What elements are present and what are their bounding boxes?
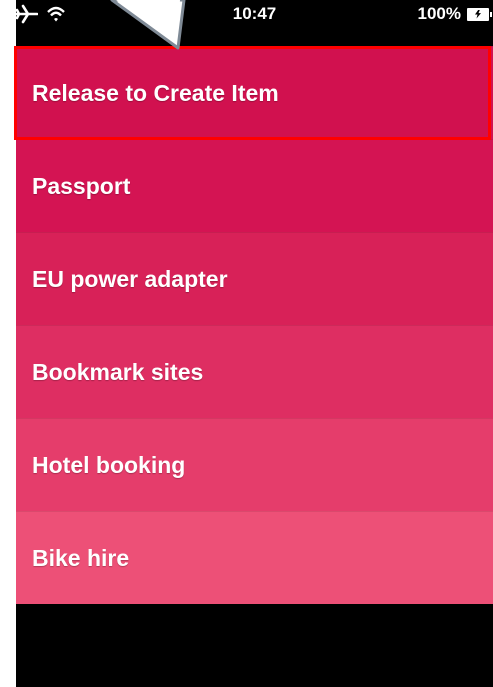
pull-to-create-row[interactable]: Release to Create Item: [16, 46, 493, 139]
list-item[interactable]: Bike hire: [16, 511, 493, 604]
list-item[interactable]: Bookmark sites: [16, 325, 493, 418]
battery-icon: [467, 7, 492, 21]
list-item[interactable]: EU power adapter: [16, 232, 493, 325]
list-item[interactable]: Passport: [16, 139, 493, 232]
status-bar: 10:47 100%: [16, 0, 493, 30]
list-item-label: Hotel booking: [32, 451, 186, 478]
phone-screen: 10:47 100% Release to Create Item Passpo…: [16, 0, 493, 687]
page: 10:47 100% Release to Create Item Passpo…: [0, 0, 493, 687]
list-item-label: Passport: [32, 172, 131, 199]
list-item-label: Bookmark sites: [32, 358, 204, 385]
list-item[interactable]: Hotel booking: [16, 418, 493, 511]
list-item-label: Bike hire: [32, 544, 130, 571]
pull-prompt-label: Release to Create Item: [32, 79, 279, 106]
list-item-label: EU power adapter: [32, 265, 228, 292]
battery-percent: 100%: [417, 4, 461, 23]
status-right: 100%: [417, 4, 492, 24]
todo-list: Release to Create Item Passport EU power…: [16, 46, 493, 604]
